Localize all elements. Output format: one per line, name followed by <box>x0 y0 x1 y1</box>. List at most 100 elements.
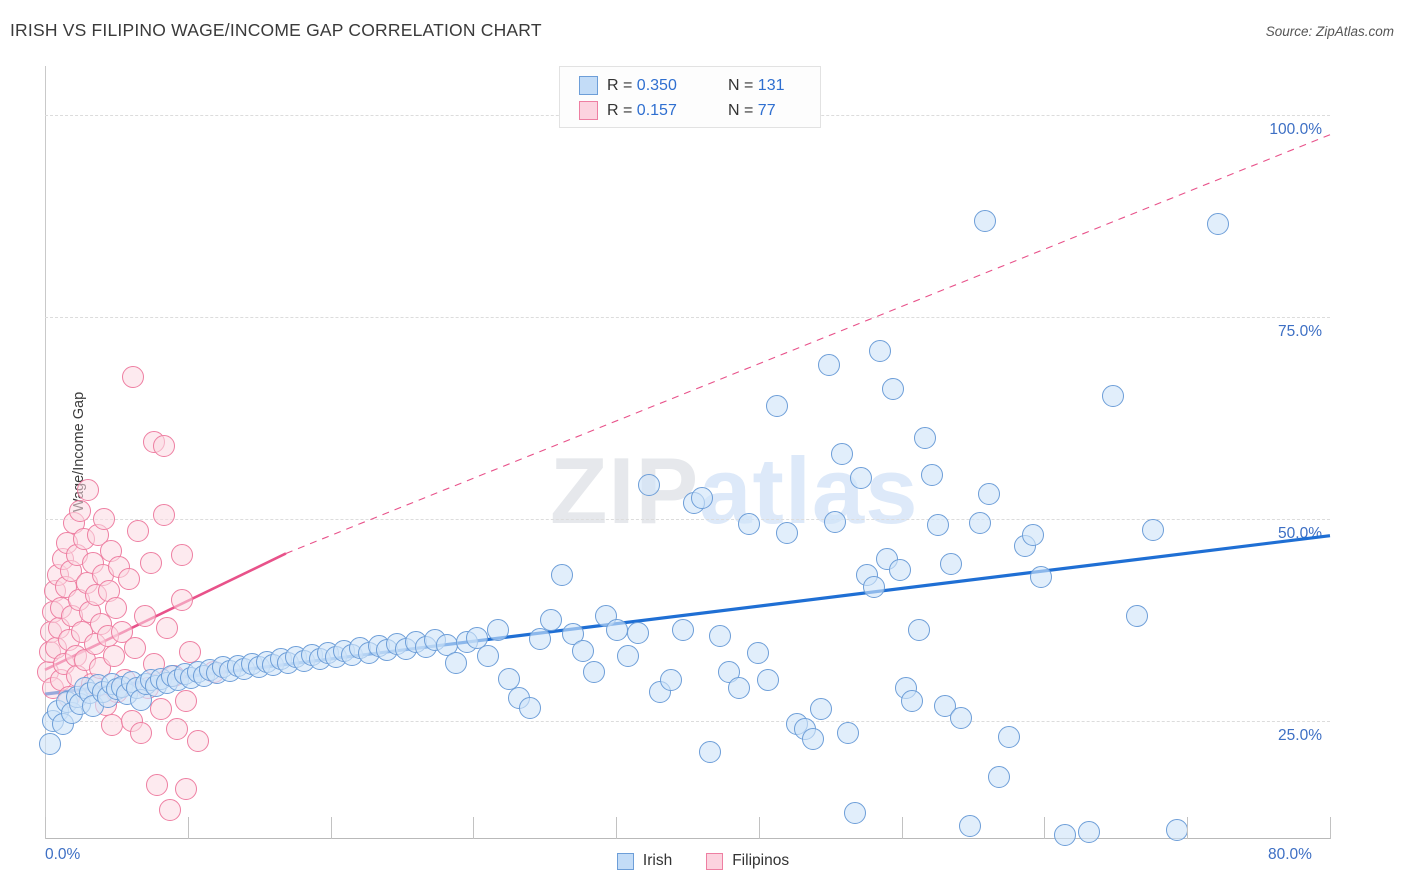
scatter-point-irish[interactable] <box>882 378 905 401</box>
y-tick-label: 25.0% <box>1278 726 1322 744</box>
irish-r-stat: R = 0.350 <box>607 77 719 95</box>
x-tick <box>616 817 618 839</box>
scatter-point-irish[interactable] <box>869 339 892 362</box>
scatter-point-irish[interactable] <box>968 511 991 534</box>
filipino-legend-label: Filipinos <box>732 852 790 869</box>
irish-n-value: 131 <box>757 76 785 94</box>
scatter-point-irish[interactable] <box>519 696 542 719</box>
scatter-point-irish[interactable] <box>708 624 731 647</box>
scatter-point-irish[interactable] <box>949 706 972 729</box>
scatter-point-filipino[interactable] <box>175 689 198 712</box>
scatter-point-irish[interactable] <box>914 426 937 449</box>
scatter-point-irish[interactable] <box>637 473 660 496</box>
scatter-point-irish[interactable] <box>528 628 551 651</box>
y-tick-label: 75.0% <box>1278 322 1322 340</box>
scatter-point-irish[interactable] <box>988 766 1011 789</box>
scatter-point-filipino[interactable] <box>159 798 182 821</box>
scatter-point-filipino[interactable] <box>117 568 140 591</box>
scatter-point-filipino[interactable] <box>140 552 162 575</box>
scatter-point-irish[interactable] <box>907 619 930 642</box>
scatter-point-filipino[interactable] <box>127 519 150 542</box>
filipino-n-label: N = <box>728 101 758 119</box>
scatter-point-irish[interactable] <box>1102 384 1125 407</box>
scatter-point-irish[interactable] <box>997 725 1020 748</box>
scatter-point-irish[interactable] <box>939 552 962 575</box>
irish-legend-swatch-icon <box>616 852 634 870</box>
scatter-point-filipino[interactable] <box>186 729 209 752</box>
scatter-point-irish[interactable] <box>862 576 885 599</box>
scatter-point-irish[interactable] <box>809 697 832 720</box>
scatter-point-irish[interactable] <box>1021 523 1044 546</box>
filipino-legend-swatch-icon <box>706 852 724 870</box>
scatter-point-irish[interactable] <box>888 559 911 582</box>
scatter-point-filipino[interactable] <box>123 637 146 660</box>
scatter-point-filipino[interactable] <box>165 717 188 740</box>
scatter-point-filipino[interactable] <box>133 604 156 627</box>
scatter-point-irish[interactable] <box>445 652 468 675</box>
scatter-point-filipino[interactable] <box>69 499 92 522</box>
scatter-point-irish[interactable] <box>973 210 996 233</box>
scatter-point-irish[interactable] <box>837 721 860 744</box>
scatter-point-irish[interactable] <box>1029 565 1052 588</box>
x-tick <box>1187 817 1189 839</box>
scatter-point-irish[interactable] <box>1053 823 1076 846</box>
scatter-point-irish[interactable] <box>551 564 574 587</box>
scatter-point-irish[interactable] <box>1206 212 1229 235</box>
scatter-point-irish[interactable] <box>843 801 866 824</box>
scatter-point-irish[interactable] <box>477 645 500 668</box>
scatter-point-filipino[interactable] <box>130 721 153 744</box>
scatter-point-irish[interactable] <box>1142 519 1165 541</box>
scatter-point-irish[interactable] <box>776 522 799 545</box>
scatter-point-irish[interactable] <box>756 668 779 691</box>
scatter-point-irish[interactable] <box>920 464 943 487</box>
scatter-point-irish[interactable] <box>539 608 562 631</box>
scatter-point-filipino[interactable] <box>175 778 198 801</box>
scatter-point-filipino[interactable] <box>77 479 100 502</box>
scatter-point-filipino[interactable] <box>170 544 193 567</box>
scatter-point-irish[interactable] <box>801 727 824 750</box>
scatter-point-irish[interactable] <box>747 641 770 664</box>
scatter-point-irish[interactable] <box>927 514 950 537</box>
filipino-n-stat: N = 77 <box>728 102 776 120</box>
scatter-point-irish[interactable] <box>617 645 640 668</box>
scatter-point-irish[interactable] <box>959 814 982 837</box>
scatter-point-irish[interactable] <box>660 669 683 692</box>
scatter-point-irish[interactable] <box>849 467 872 490</box>
scatter-point-filipino[interactable] <box>93 507 116 530</box>
scatter-point-irish[interactable] <box>978 483 1001 506</box>
scatter-point-irish[interactable] <box>824 510 847 533</box>
scatter-point-irish[interactable] <box>626 621 649 644</box>
scatter-point-filipino[interactable] <box>178 641 201 664</box>
legend-item-irish[interactable]: Irish <box>616 852 672 870</box>
scatter-point-irish[interactable] <box>1166 818 1189 841</box>
scatter-point-irish[interactable] <box>727 677 750 700</box>
scatter-point-irish[interactable] <box>605 619 628 642</box>
scatter-point-filipino[interactable] <box>103 645 126 668</box>
scatter-point-irish[interactable] <box>583 661 606 684</box>
legend-item-filipinos[interactable]: Filipinos <box>706 852 789 870</box>
scatter-point-filipino[interactable] <box>122 366 145 389</box>
scatter-point-filipino[interactable] <box>170 588 193 611</box>
x-tick <box>1330 817 1331 839</box>
scatter-point-filipino[interactable] <box>156 616 179 639</box>
scatter-point-irish[interactable] <box>737 512 760 535</box>
scatter-point-irish[interactable] <box>1078 821 1101 844</box>
scatter-point-irish[interactable] <box>766 394 789 417</box>
x-tick <box>187 817 189 839</box>
scatter-point-filipino[interactable] <box>149 697 172 720</box>
scatter-point-irish[interactable] <box>38 733 61 756</box>
scatter-point-irish[interactable] <box>817 354 840 377</box>
scatter-point-irish[interactable] <box>690 486 713 509</box>
gridline-y <box>45 720 1330 722</box>
scatter-point-irish[interactable] <box>572 640 595 663</box>
scatter-point-filipino[interactable] <box>152 503 175 526</box>
scatter-point-irish[interactable] <box>671 619 694 642</box>
scatter-point-irish[interactable] <box>486 619 509 642</box>
scatter-point-irish[interactable] <box>901 690 924 713</box>
scatter-point-irish[interactable] <box>830 443 853 466</box>
scatter-point-filipino[interactable] <box>104 596 127 619</box>
scatter-point-filipino[interactable] <box>152 434 175 457</box>
scatter-point-irish[interactable] <box>1126 604 1149 627</box>
scatter-point-irish[interactable] <box>698 740 721 763</box>
scatter-point-filipino[interactable] <box>146 774 169 797</box>
